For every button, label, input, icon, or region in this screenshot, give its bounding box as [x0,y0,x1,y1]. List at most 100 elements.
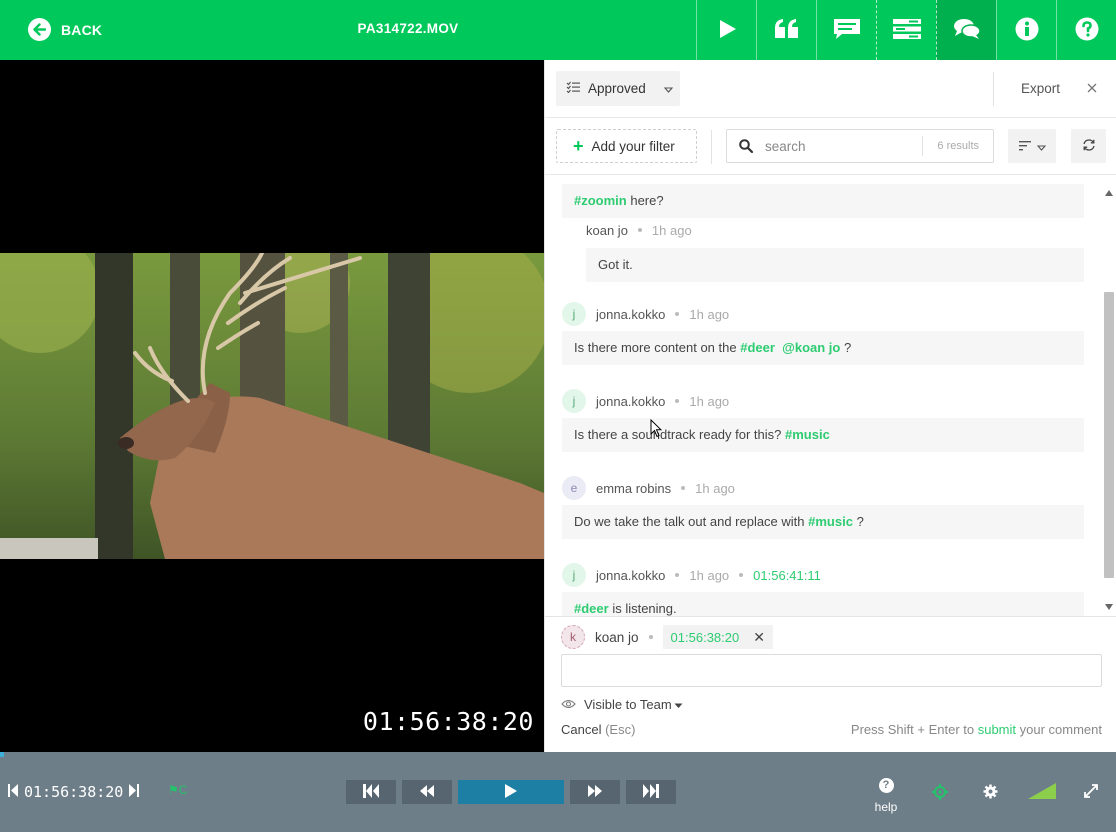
time-ago: 1h ago [695,480,735,496]
hashtag-link[interactable]: #music [808,514,853,529]
avatar: j [562,563,586,587]
skip-end-icon [643,783,659,801]
skip-to-end-button[interactable] [626,780,676,804]
separator-dot [637,228,642,232]
comment-body: Is there more content on the #deer @koan… [562,331,1084,365]
sort-button[interactable] [1008,129,1056,163]
mouse-cursor-icon [650,418,663,441]
avatar: j [562,389,586,413]
chat-icon [953,18,981,43]
scroll-up-icon[interactable] [1105,190,1113,196]
settings-button[interactable] [983,784,998,802]
comment-feed[interactable]: #zoomin here? koan jo 1h ago Got it. j j… [545,176,1116,616]
fast-forward-icon [587,784,603,800]
plus-icon: + [573,136,584,156]
hashtag-link[interactable]: #zoomin [574,193,627,208]
comment-input[interactable] [561,654,1102,687]
search-icon [727,139,765,153]
results-count: 6 results [922,136,993,156]
mark-in-icon[interactable] [8,783,18,801]
quotes-tab[interactable] [756,0,816,60]
list-icon [892,18,921,42]
video-timecode: 01:56:38:20 [362,707,534,736]
submit-link[interactable]: submit [978,722,1016,737]
hint-text: your comment [1016,722,1102,737]
comment-text: ? [840,340,852,355]
comments-panel: Approved Export + Add your filter 6 resu… [544,60,1116,752]
time-ago: 1h ago [689,393,730,409]
back-button[interactable]: BACK [28,18,102,41]
play-button[interactable] [458,780,564,804]
composer-header: k koan jo 01:56:38:20 ✕ [561,625,773,649]
timecode-display[interactable]: 01:56:38:20 [8,783,140,801]
gear-icon [983,784,998,802]
filter-row: + Add your filter 6 results [545,118,1116,175]
time-ago: 1h ago [689,306,730,322]
avatar: k [561,625,585,649]
scroll-thumb[interactable] [1104,292,1114,578]
time-ago: 1h ago [651,222,692,238]
refresh-button[interactable] [1071,129,1106,163]
comment-body: #deer is listening. [562,592,1084,616]
comment-timecode-link[interactable]: 01:56:41:11 [753,568,821,583]
comment-text: Got it. [598,257,633,272]
close-panel-button[interactable] [1083,78,1101,98]
time-ago: 1h ago [689,567,730,583]
author-name: koan jo [586,222,628,238]
add-filter-button[interactable]: + Add your filter [556,129,697,163]
play-tab[interactable] [696,0,756,60]
comment-body: Do we take the talk out and replace with… [562,505,1084,539]
caret-down-icon [1036,139,1046,154]
comment-text: Is there a soundtrack ready for this? [574,427,785,442]
hashtag-link[interactable]: #deer [574,601,609,616]
crosshair-button[interactable] [932,784,948,803]
rewind-button[interactable] [402,780,452,804]
video-player[interactable]: 01:56:38:20 [0,60,544,752]
help-button[interactable]: ? help [872,778,900,814]
mention-link[interactable]: @koan jo [782,340,840,355]
play-icon [505,783,517,801]
comment-text: here? [626,193,664,208]
close-icon [1087,81,1097,96]
comments-tab[interactable] [816,0,876,60]
help-tab[interactable] [1056,0,1116,60]
remove-timecode-icon[interactable]: ✕ [753,629,765,646]
list-tab[interactable] [876,0,936,60]
search-input[interactable] [765,138,915,154]
chat-tab[interactable] [936,0,996,60]
fullscreen-button[interactable] [1084,784,1098,801]
progress-indicator[interactable] [0,752,4,757]
current-timecode: 01:56:38:20 [24,783,124,801]
cancel-button[interactable]: Cancel (Esc) [561,722,635,737]
comment-meta: j jonna.kokko 1h ago [562,389,729,413]
comment-composer: k koan jo 01:56:38:20 ✕ Visible to Team … [545,616,1116,752]
question-icon [1075,17,1099,44]
status-dropdown[interactable]: Approved [556,71,680,106]
top-toolbar [696,0,1116,60]
feed-scrollbar[interactable] [1101,176,1116,616]
fast-forward-button[interactable] [570,780,620,804]
comment-text: Is there more content on the [574,340,741,355]
quote-icon [774,18,800,43]
timecode-chip[interactable]: 01:56:38:20 ✕ [662,625,773,649]
crosshair-icon [932,784,948,803]
separator-dot [675,312,680,316]
video-frame [0,253,544,559]
hashtag-link[interactable]: #music [785,427,830,442]
export-button[interactable]: Export [1021,81,1060,96]
volume-slider[interactable] [1028,783,1056,802]
play-icon [716,18,738,43]
mark-out-icon[interactable] [129,783,140,801]
info-tab[interactable] [996,0,1056,60]
timecode-mode-toggle[interactable]: ⚑C [168,783,187,797]
timecode-value: 01:56:38:20 [670,629,740,645]
skip-to-start-button[interactable] [346,780,396,804]
scroll-down-icon[interactable] [1105,604,1113,610]
submit-hint: Press Shift + Enter to submit your comme… [851,722,1102,737]
comment-text: is listening. [608,601,677,616]
checklist-icon [566,81,580,96]
hashtag-link[interactable]: #deer [740,340,775,355]
visibility-dropdown[interactable]: Visible to Team [561,697,683,712]
info-icon [1015,17,1039,44]
divider [711,130,712,164]
